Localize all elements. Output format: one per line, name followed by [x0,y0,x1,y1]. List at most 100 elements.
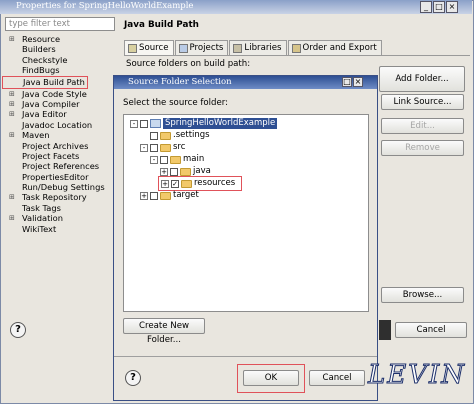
nav-item[interactable]: Task Tags [6,203,118,213]
page-title: Java Build Path [124,20,199,30]
expand-icon[interactable]: ⊞ [9,34,15,44]
edit-button[interactable]: Edit... [381,118,464,134]
tree-node-label: main [183,154,205,164]
nav-item[interactable]: WikiText [6,224,118,234]
tree-node[interactable]: .settings [140,130,210,141]
dialog-close-button[interactable]: × [353,77,363,87]
nav-item[interactable]: Javadoc Location [6,120,118,130]
checkbox[interactable] [170,167,178,176]
tree-node-label: src [173,142,186,152]
nav-item-label: Run/Debug Settings [22,182,105,193]
ok-button[interactable]: OK [243,370,299,386]
expand-icon[interactable]: + [161,179,169,188]
libraries-icon [233,43,243,53]
nav-item[interactable]: ⊞ Task Repository [6,192,118,202]
checkbox[interactable] [150,191,158,200]
obscured-button-edge [379,320,391,340]
filter-input[interactable]: type filter text [5,17,115,31]
minimize-button[interactable]: _ [420,1,432,13]
dialog-divider [114,356,377,357]
nav-item[interactable]: ⊞ Maven [6,130,118,140]
expand-icon[interactable]: ⊞ [9,99,15,109]
nav-item[interactable]: Project References [6,161,118,171]
window-controls: _ □ × [420,1,458,13]
checkbox[interactable] [140,119,148,128]
nav-item[interactable]: ⊞ Java Code Style [6,89,118,99]
nav-item[interactable]: Builders [6,44,118,54]
dialog-cancel-button[interactable]: Cancel [309,370,365,386]
create-new-folder-button[interactable]: Create New Folder... [123,318,205,345]
nav-item-label: WikiText [22,223,57,234]
tab-libraries[interactable]: Libraries [229,40,287,55]
nav-item[interactable]: Project Facets [6,151,118,161]
expand-icon[interactable]: + [160,167,168,176]
source-folder-icon [128,43,137,53]
folder-icon [160,131,171,140]
nav-item-label: Java Compiler [22,98,80,109]
folder-icon [180,167,191,176]
checkbox[interactable] [150,131,158,140]
nav-item[interactable]: Checkstyle [6,55,118,65]
order-export-icon [291,43,301,53]
tab-divider [124,55,470,56]
nav-item[interactable]: ⊞ Validation [6,213,118,223]
nav-item-label: Java Code Style [22,88,87,99]
collapse-icon[interactable]: - [150,155,158,164]
nav-item-label: Task Repository [22,192,87,203]
expand-icon[interactable]: ⊞ [9,89,15,99]
tab-order-export[interactable]: Order and Export [287,40,382,55]
dialog-title: Source Folder Selection [114,76,377,89]
close-button[interactable]: × [446,1,458,13]
nav-item-label: Java Build Path [23,76,85,87]
browse-button[interactable]: Browse... [381,287,464,303]
help-icon[interactable]: ? [10,322,26,338]
nav-item-label: Resource [22,34,61,44]
source-folder-tree[interactable]: - SpringHelloWorldExample .settings - src - ma… [123,114,369,312]
nav-item-label: Checkstyle [22,54,68,65]
add-folder-button[interactable]: Add Folder... [379,66,465,92]
dialog-maximize-button[interactable]: □ [342,77,352,87]
nav-item[interactable]: ⊞ Java Compiler [6,99,118,109]
nav-item[interactable]: ⊞ Java Editor [6,109,118,119]
nav-item[interactable]: Java Build Path [2,75,88,89]
checkbox[interactable]: ✓ [171,179,179,188]
properties-nav-tree: ⊞ Resource Builders Checkstyle FindBugs Java … [2,34,118,234]
link-source-button[interactable]: Link Source... [381,94,464,110]
checkbox[interactable] [160,155,168,164]
properties-cancel-button[interactable]: Cancel [395,322,467,338]
tree-node[interactable]: + target [140,190,199,201]
nav-item-label: Validation [22,213,63,224]
folder-icon [170,155,181,164]
nav-item[interactable]: PropertiesEditor [6,172,118,182]
tree-node[interactable]: + ✓ resources [158,176,243,191]
nav-item-label: FindBugs [22,65,60,76]
properties-window-title: Properties for SpringHelloWorldExample [0,0,472,14]
tree-node-label: resources [194,178,236,188]
expand-icon[interactable]: ⊞ [9,213,15,223]
collapse-icon[interactable]: - [140,143,148,152]
dialog-help-icon[interactable]: ? [125,370,141,386]
tree-node[interactable]: - main [150,154,204,165]
checkbox[interactable] [150,143,158,152]
nav-item-label: Java Editor [22,109,67,120]
nav-item[interactable]: ⊞ Resource [6,34,118,44]
tree-node[interactable]: - src [140,142,185,153]
nav-item[interactable]: Project Archives [6,141,118,151]
source-folders-label: Source folders on build path: [126,59,251,69]
nav-item-label: Maven [22,130,50,141]
nav-item[interactable]: Run/Debug Settings [6,182,118,192]
tab-projects[interactable]: Projects [174,40,229,55]
maximize-button[interactable]: □ [433,1,445,13]
expand-icon[interactable]: ⊞ [9,130,15,140]
nav-item[interactable]: FindBugs [6,65,118,75]
collapse-icon[interactable]: - [130,119,138,128]
expand-icon[interactable]: ⊞ [9,192,15,202]
expand-icon[interactable]: ⊞ [9,109,15,119]
expand-icon[interactable]: + [140,191,148,200]
nav-item-label: Project References [22,161,100,172]
tree-node[interactable]: - SpringHelloWorldExample [130,118,278,129]
remove-button[interactable]: Remove [381,140,464,156]
tab-source[interactable]: Source [124,40,174,55]
levin-watermark: LEVIN [368,360,467,391]
